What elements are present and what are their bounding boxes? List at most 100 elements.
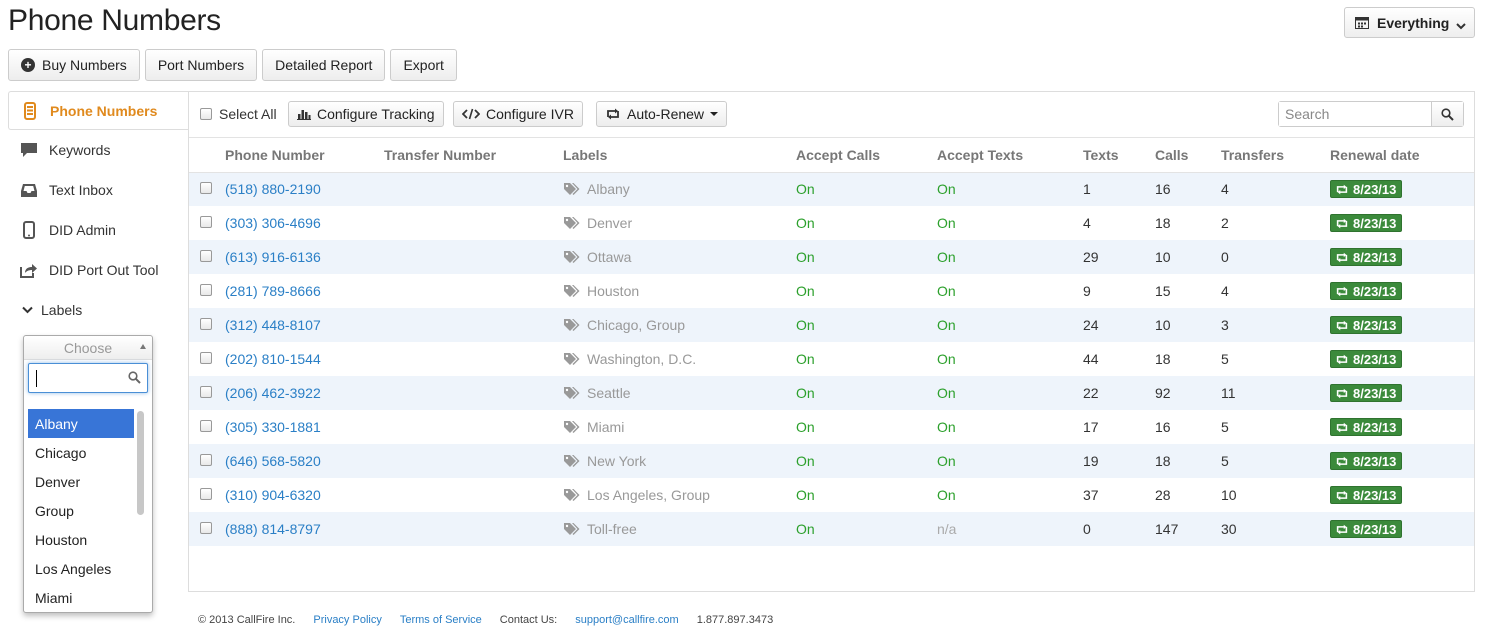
table-row[interactable]: (312) 448-8107 Chicago, Group On On 24 10 3 8/2…: [189, 308, 1474, 342]
privacy-policy-link[interactable]: Privacy Policy: [313, 614, 381, 626]
labels-toggle[interactable]: Labels: [8, 290, 189, 330]
row-checkbox[interactable]: [200, 488, 212, 500]
column-header-renewal-date[interactable]: Renewal date: [1330, 138, 1474, 173]
chooser-option-houston[interactable]: Houston: [28, 525, 134, 554]
row-checkbox[interactable]: [200, 420, 212, 432]
accept-texts-cell[interactable]: On: [937, 274, 1083, 308]
scrollbar-thumb[interactable]: [137, 411, 144, 515]
chooser-option-chicago[interactable]: Chicago: [28, 438, 134, 467]
row-checkbox[interactable]: [200, 182, 212, 195]
phone-number-link[interactable]: (312) 448-8107: [225, 317, 321, 333]
renewal-date-badge[interactable]: 8/23/13: [1330, 214, 1403, 232]
table-row[interactable]: (202) 810-1544 Washington, D.C. On On 44 18 5 8…: [189, 342, 1474, 376]
sidebar-item-did-port-out-tool[interactable]: DID Port Out Tool: [8, 250, 189, 290]
renewal-date-badge[interactable]: 8/23/13: [1330, 418, 1403, 436]
accept-calls-cell[interactable]: On: [796, 410, 937, 444]
buy-numbers-button[interactable]: + Buy Numbers: [8, 49, 140, 81]
table-row[interactable]: (303) 306-4696 Denver On On 4 18 2 8/23/13: [189, 206, 1474, 240]
column-header-labels[interactable]: Labels: [563, 138, 796, 173]
accept-texts-cell[interactable]: On: [937, 376, 1083, 410]
accept-calls-cell[interactable]: On: [796, 172, 937, 206]
table-row[interactable]: (613) 916-6136 Ottawa On On 29 10 0 8/23/13: [189, 240, 1474, 274]
select-all-checkbox[interactable]: Select All: [200, 106, 277, 122]
search-input[interactable]: [1279, 102, 1431, 126]
labels-chooser[interactable]: Choose Albany Chicago Denver Group Houst…: [23, 335, 153, 613]
renewal-date-badge[interactable]: 8/23/13: [1330, 384, 1403, 402]
phone-number-link[interactable]: (303) 306-4696: [225, 215, 321, 231]
column-header-accept-texts[interactable]: Accept Texts: [937, 138, 1083, 173]
row-checkbox[interactable]: [200, 250, 212, 262]
accept-calls-cell[interactable]: On: [796, 512, 937, 546]
phone-number-link[interactable]: (305) 330-1881: [225, 419, 321, 435]
chooser-option-group[interactable]: Group: [28, 496, 134, 525]
renewal-date-badge[interactable]: 8/23/13: [1330, 452, 1403, 470]
accept-texts-cell[interactable]: On: [937, 410, 1083, 444]
phone-number-link[interactable]: (206) 462-3922: [225, 385, 321, 401]
sidebar-item-phone-numbers[interactable]: Phone Numbers: [8, 91, 189, 130]
column-header-accept-calls[interactable]: Accept Calls: [796, 138, 937, 173]
renewal-date-badge[interactable]: 8/23/13: [1330, 248, 1403, 266]
chooser-option-miami[interactable]: Miami: [28, 583, 134, 612]
accept-texts-cell[interactable]: On: [937, 172, 1083, 206]
auto-renew-dropdown[interactable]: Auto-Renew: [596, 101, 728, 127]
accept-calls-cell[interactable]: On: [796, 206, 937, 240]
column-header-transfers[interactable]: Transfers: [1221, 138, 1330, 173]
configure-ivr-button[interactable]: Configure IVR: [453, 101, 583, 127]
renewal-date-badge[interactable]: 8/23/13: [1330, 282, 1403, 300]
support-email-link[interactable]: support@callfire.com: [575, 614, 678, 626]
sidebar-item-did-admin[interactable]: DID Admin: [8, 210, 189, 250]
table-row[interactable]: (310) 904-6320 Los Angeles, Group On On 37 28…: [189, 478, 1474, 512]
renewal-date-badge[interactable]: 8/23/13: [1330, 486, 1403, 504]
column-header-phone-number[interactable]: Phone Number: [225, 138, 384, 173]
phone-number-link[interactable]: (281) 789-8666: [225, 283, 321, 299]
search-button[interactable]: [1431, 102, 1463, 126]
table-row[interactable]: (281) 789-8666 Houston On On 9 15 4 8/23/13: [189, 274, 1474, 308]
chooser-option-los-angeles[interactable]: Los Angeles: [28, 554, 134, 583]
row-checkbox[interactable]: [200, 454, 212, 466]
phone-number-link[interactable]: (310) 904-6320: [225, 487, 321, 503]
column-header-transfer-number[interactable]: Transfer Number: [384, 138, 563, 173]
renewal-date-badge[interactable]: 8/23/13: [1330, 520, 1403, 538]
configure-tracking-button[interactable]: Configure Tracking: [288, 101, 444, 127]
chooser-scrollbar[interactable]: [137, 409, 145, 609]
row-checkbox[interactable]: [200, 352, 212, 364]
row-checkbox[interactable]: [200, 386, 212, 398]
row-checkbox[interactable]: [200, 216, 212, 228]
accept-calls-cell[interactable]: On: [796, 274, 937, 308]
phone-number-link[interactable]: (888) 814-8797: [225, 521, 321, 537]
table-row[interactable]: (888) 814-8797 Toll-free On n/a 0 147 30 8/23/1…: [189, 512, 1474, 546]
chooser-option-denver[interactable]: Denver: [28, 467, 134, 496]
renewal-date-badge[interactable]: 8/23/13: [1330, 180, 1403, 199]
sidebar-item-text-inbox[interactable]: Text Inbox: [8, 170, 189, 210]
accept-calls-cell[interactable]: On: [796, 308, 937, 342]
phone-number-link[interactable]: (518) 880-2190: [225, 181, 321, 197]
column-header-calls[interactable]: Calls: [1155, 138, 1221, 173]
detailed-report-button[interactable]: Detailed Report: [262, 49, 386, 81]
accept-texts-cell[interactable]: On: [937, 206, 1083, 240]
accept-calls-cell[interactable]: On: [796, 376, 937, 410]
port-numbers-button[interactable]: Port Numbers: [144, 49, 258, 81]
accept-calls-cell[interactable]: On: [796, 478, 937, 512]
phone-number-link[interactable]: (613) 916-6136: [225, 249, 321, 265]
everything-filter-dropdown[interactable]: Everything: [1344, 7, 1475, 38]
accept-texts-cell[interactable]: On: [937, 240, 1083, 274]
chooser-option-albany[interactable]: Albany: [28, 409, 134, 438]
phone-number-link[interactable]: (646) 568-5820: [225, 453, 321, 469]
terms-of-service-link[interactable]: Terms of Service: [400, 614, 482, 626]
accept-calls-cell[interactable]: On: [796, 342, 937, 376]
renewal-date-badge[interactable]: 8/23/13: [1330, 316, 1403, 334]
row-checkbox[interactable]: [200, 318, 212, 330]
accept-calls-cell[interactable]: On: [796, 240, 937, 274]
accept-calls-cell[interactable]: On: [796, 444, 937, 478]
table-row[interactable]: (518) 880-2190 Albany On On 1 16 4 8/23/13: [189, 172, 1474, 206]
column-header-texts[interactable]: Texts: [1083, 138, 1155, 173]
row-checkbox[interactable]: [200, 284, 212, 296]
accept-texts-cell[interactable]: n/a: [937, 512, 1083, 546]
export-button[interactable]: Export: [390, 49, 457, 81]
phone-number-link[interactable]: (202) 810-1544: [225, 351, 321, 367]
table-row[interactable]: (646) 568-5820 New York On On 19 18 5 8/23/13: [189, 444, 1474, 478]
accept-texts-cell[interactable]: On: [937, 444, 1083, 478]
accept-texts-cell[interactable]: On: [937, 478, 1083, 512]
row-checkbox[interactable]: [200, 522, 212, 534]
table-row[interactable]: (305) 330-1881 Miami On On 17 16 5 8/23/13: [189, 410, 1474, 444]
